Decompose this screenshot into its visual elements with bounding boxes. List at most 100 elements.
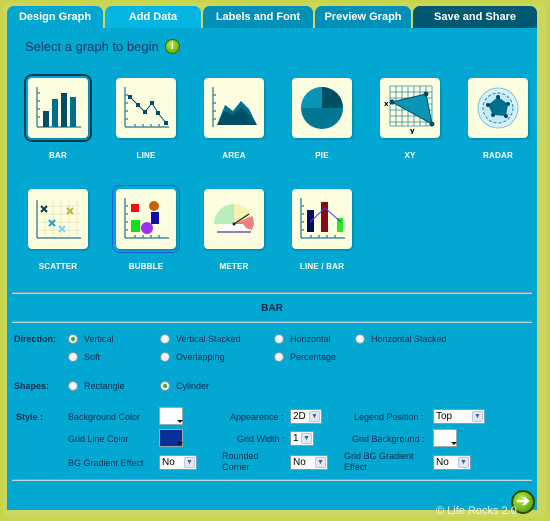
chevron-down-icon: ▼ bbox=[458, 457, 469, 468]
option-label: Percentage bbox=[290, 352, 337, 362]
rounded-corner-label: Rounded Corner bbox=[222, 451, 259, 473]
label-line: Grid BG Gradient bbox=[344, 451, 414, 461]
bar-chart-icon bbox=[24, 74, 92, 142]
graph-type-scatter[interactable]: SCATTER bbox=[23, 189, 93, 271]
direction-option-percentage[interactable]: Percentage bbox=[274, 352, 336, 362]
area-chart-icon bbox=[204, 78, 264, 138]
shape-option-rectangle[interactable]: Rectangle bbox=[68, 381, 125, 391]
option-label: Overlapping bbox=[176, 352, 225, 362]
direction-option-vertical-stacked[interactable]: Vertical Stacked bbox=[160, 334, 241, 344]
option-label: Horizontal Stacked bbox=[371, 334, 447, 344]
colon: : bbox=[283, 458, 286, 468]
grid-width-select[interactable]: 1 ▼ bbox=[290, 431, 314, 446]
grid-line-color-label: Grid Line Color bbox=[68, 434, 129, 444]
direction-label: Direction: bbox=[14, 334, 57, 344]
graph-type-line-bar[interactable]: LINE / BAR bbox=[287, 189, 357, 271]
grid-bg-gradient-effect-select[interactable]: No ▼ bbox=[433, 455, 471, 470]
divider bbox=[12, 479, 532, 481]
radio-button[interactable] bbox=[68, 334, 78, 344]
select-value: No bbox=[293, 457, 306, 468]
tab-preview-graph[interactable]: Preview Graph bbox=[315, 6, 411, 28]
chevron-down-icon: ▼ bbox=[184, 457, 195, 468]
select-value: 2D bbox=[293, 411, 306, 422]
option-label: Horizontal bbox=[290, 334, 331, 344]
chevron-down-icon: ▼ bbox=[301, 433, 312, 444]
shape-option-cylinder[interactable]: Cylinder bbox=[160, 381, 209, 391]
background-color-picker[interactable] bbox=[159, 407, 183, 425]
tab-bar: Design Graph Add Data Labels and Font Pr… bbox=[7, 6, 537, 28]
graph-type-label: AREA bbox=[222, 151, 246, 160]
option-label: Vertical Stacked bbox=[176, 334, 241, 344]
radio-button[interactable] bbox=[274, 334, 284, 344]
radio-button[interactable] bbox=[160, 381, 170, 391]
copyright: © Life Rocks 2.0 bbox=[436, 505, 517, 517]
rounded-corner-select[interactable]: No ▼ bbox=[290, 455, 328, 470]
style-label: Style : bbox=[16, 412, 44, 422]
colon: : bbox=[153, 458, 156, 468]
background-color-label: Background Color bbox=[68, 412, 141, 422]
grid-background-picker[interactable] bbox=[433, 429, 457, 447]
graph-type-xy[interactable]: x y XY bbox=[375, 78, 445, 160]
chevron-down-icon: ▼ bbox=[472, 411, 483, 422]
line-bar-chart-icon bbox=[292, 189, 352, 249]
graph-type-label: PIE bbox=[315, 151, 329, 160]
graph-type-label: METER bbox=[219, 262, 249, 271]
tab-add-data[interactable]: Add Data bbox=[105, 6, 201, 28]
grid-line-color-picker[interactable] bbox=[159, 429, 183, 447]
option-label: Rectangle bbox=[84, 381, 125, 391]
tab-labels-and-font[interactable]: Labels and Font bbox=[203, 6, 313, 28]
bg-gradient-effect-label: BG Gradient Effect bbox=[68, 458, 144, 468]
tab-save-and-share[interactable]: Save and Share bbox=[413, 6, 537, 28]
chevron-down-icon: ▼ bbox=[309, 411, 320, 422]
direction-option-horizontal-stacked[interactable]: Horizontal Stacked bbox=[355, 334, 447, 344]
graph-type-label: SCATTER bbox=[38, 262, 78, 271]
option-label: Soft bbox=[84, 352, 101, 362]
radio-button[interactable] bbox=[274, 352, 284, 362]
graph-type-label: RADAR bbox=[483, 151, 513, 160]
page-title: Select a graph to begin i bbox=[25, 39, 180, 54]
xy-axis-x-label: x bbox=[384, 100, 389, 108]
info-icon[interactable]: i bbox=[164, 39, 180, 54]
graph-type-bubble[interactable]: BUBBLE bbox=[111, 185, 181, 271]
shapes-label: Shapes: bbox=[14, 381, 50, 391]
grid-bg-gradient-effect-label: Grid BG Gradient Effect bbox=[344, 451, 414, 473]
radio-button[interactable] bbox=[68, 352, 78, 362]
select-value: No bbox=[162, 457, 175, 468]
bg-gradient-effect-select[interactable]: No ▼ bbox=[159, 455, 197, 470]
appearence-select[interactable]: 2D ▼ bbox=[290, 409, 322, 424]
graph-type-pie[interactable]: PIE bbox=[287, 78, 357, 160]
graph-type-area[interactable]: AREA bbox=[199, 78, 269, 160]
grid-width-label: Grid Width : bbox=[237, 434, 285, 444]
graph-type-meter[interactable]: METER bbox=[199, 189, 269, 271]
direction-option-soft[interactable]: Soft bbox=[68, 352, 100, 362]
tab-design-graph[interactable]: Design Graph bbox=[7, 6, 103, 28]
radio-button[interactable] bbox=[160, 334, 170, 344]
xy-axis-y-label: y bbox=[410, 127, 415, 134]
meter-chart-icon bbox=[204, 189, 264, 249]
graph-type-radar[interactable]: RADAR bbox=[463, 78, 533, 160]
direction-option-horizontal[interactable]: Horizontal bbox=[274, 334, 331, 344]
graph-type-line[interactable]: LINE bbox=[111, 78, 181, 160]
xy-chart-icon: x y bbox=[380, 78, 440, 138]
graph-type-bar[interactable]: BAR bbox=[23, 74, 93, 160]
legend-position-label: Legend Position : bbox=[354, 412, 424, 422]
select-value: 1 bbox=[293, 433, 299, 444]
label-line: Corner bbox=[222, 462, 250, 472]
option-label: Cylinder bbox=[176, 381, 210, 391]
divider bbox=[12, 292, 532, 294]
direction-option-vertical[interactable]: Vertical bbox=[68, 334, 114, 344]
radio-button[interactable] bbox=[160, 352, 170, 362]
graph-type-label: LINE / BAR bbox=[299, 262, 345, 271]
radio-button[interactable] bbox=[68, 381, 78, 391]
arrow-right-icon: ➔ bbox=[516, 493, 530, 510]
legend-position-select[interactable]: Top ▼ bbox=[433, 409, 485, 424]
direction-option-overlapping[interactable]: Overlapping bbox=[160, 352, 225, 362]
bubble-chart-icon bbox=[112, 185, 180, 253]
line-chart-icon bbox=[116, 78, 176, 138]
option-label: Vertical bbox=[84, 334, 114, 344]
radar-chart-icon bbox=[468, 78, 528, 138]
label-line: Effect bbox=[344, 462, 367, 472]
colon: : bbox=[153, 412, 156, 422]
radio-button[interactable] bbox=[355, 334, 365, 344]
scatter-chart-icon bbox=[28, 189, 88, 249]
